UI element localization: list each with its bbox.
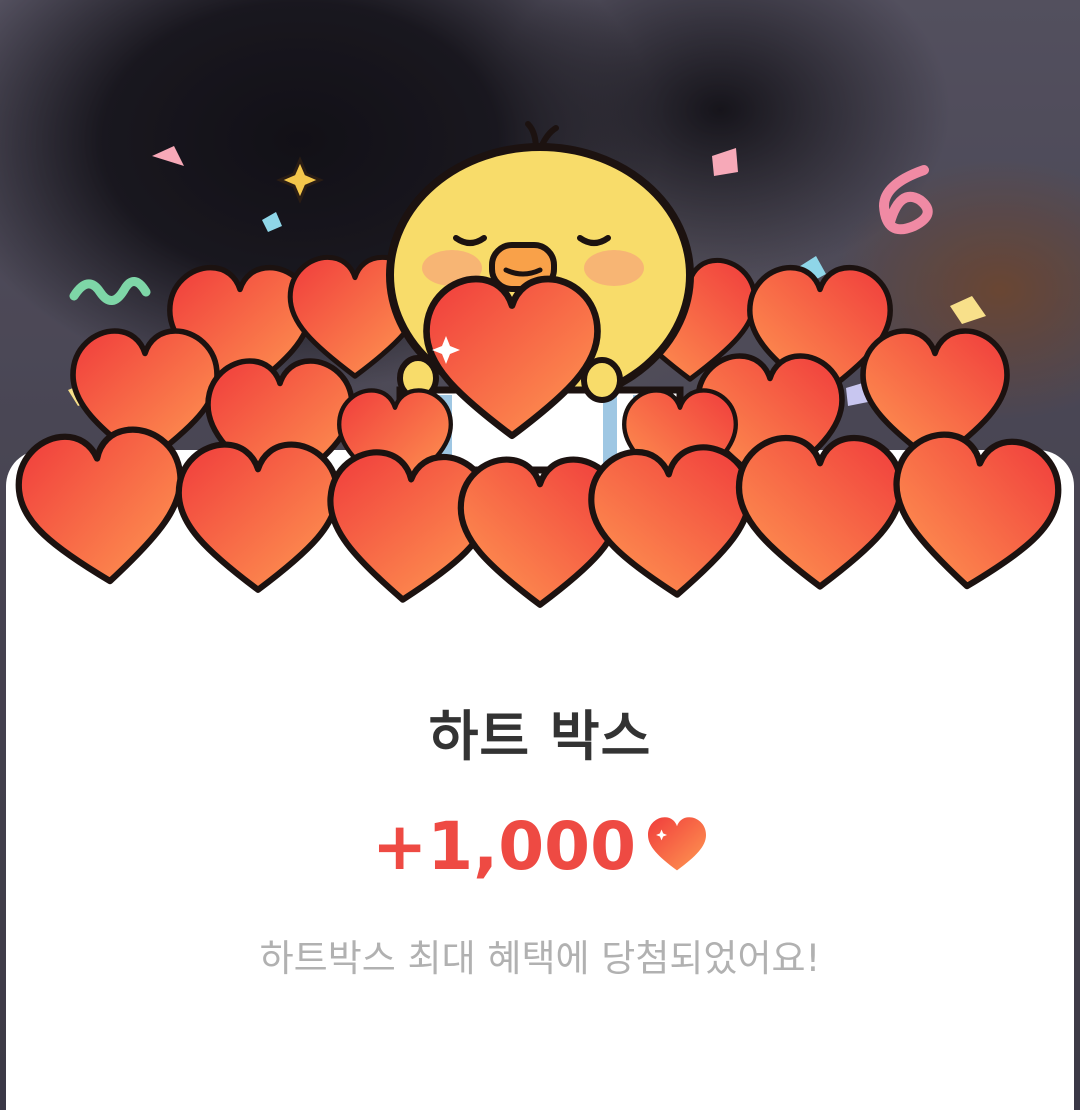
reward-amount: +1,000	[371, 808, 637, 885]
dialog-title: 하트 박스	[428, 705, 652, 768]
reward-row: +1,000	[0, 808, 1080, 885]
heart-box-illustration	[0, 121, 1080, 640]
result-message: 하트박스 최대 혜택에 당첨되었어요!	[259, 937, 821, 980]
heart-icon	[648, 816, 707, 870]
